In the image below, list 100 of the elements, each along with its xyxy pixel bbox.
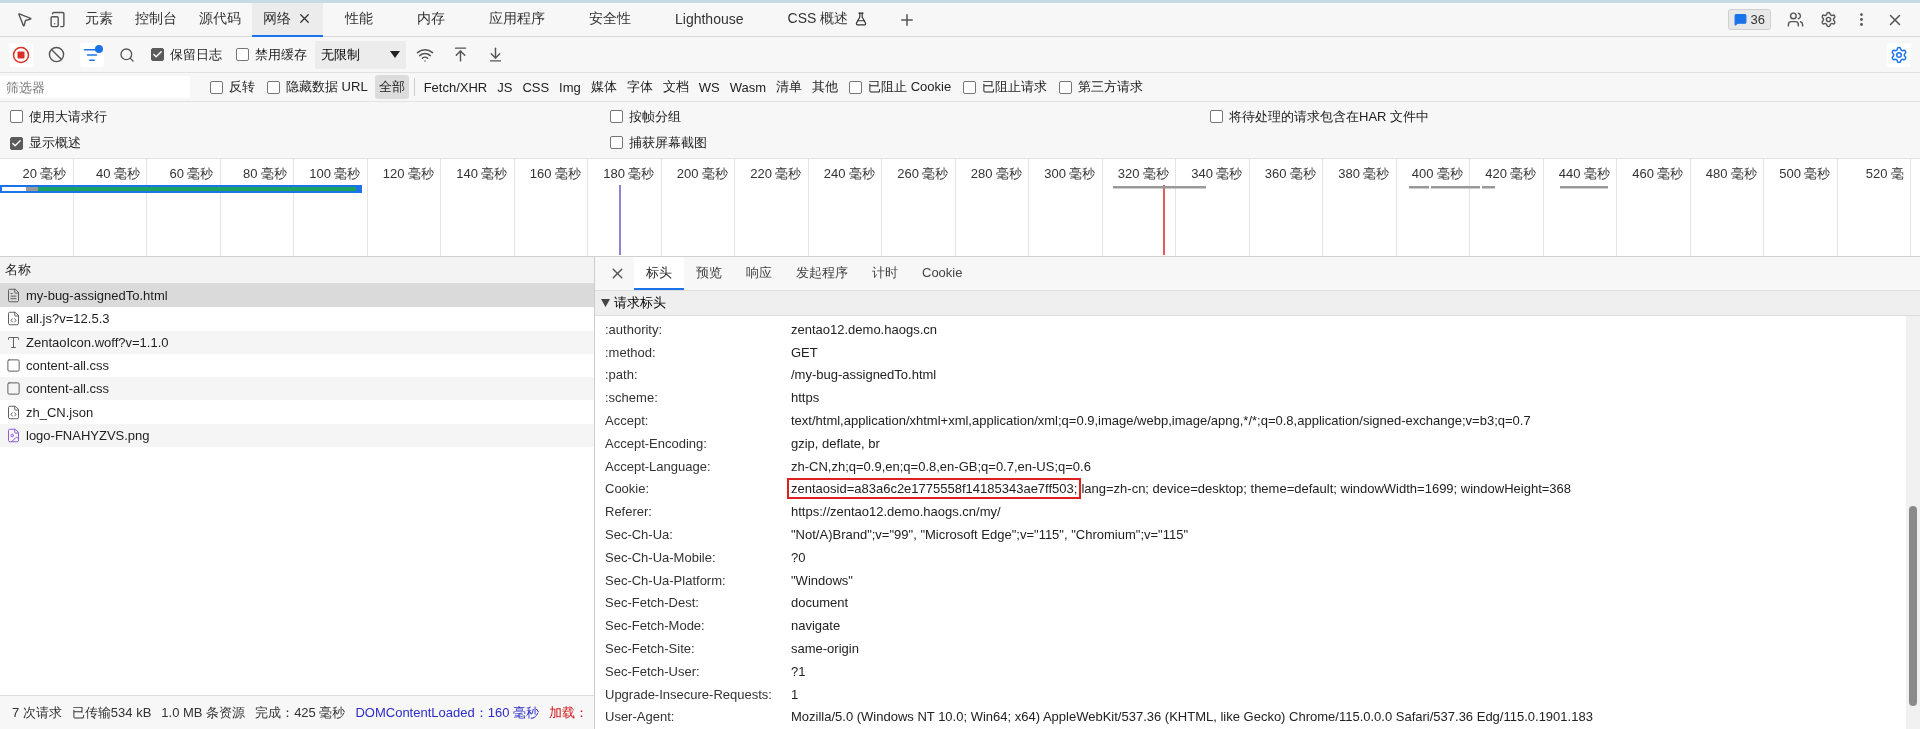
- checkbox[interactable]: 隐藏数据 URL: [267, 78, 368, 96]
- header-value: text/html,application/xhtml+xml,application/xml;q=0.9,image/webp,image/apng,*/*;q=0.8,application/signed-exchange;v=b3;q=0.7: [791, 413, 1531, 429]
- caret-icon: [390, 51, 400, 58]
- time-tick-label: 260 毫秒: [897, 165, 949, 181]
- type-filter-button[interactable]: WS: [694, 76, 724, 98]
- header-name: Sec-Fetch-Site:: [604, 641, 696, 657]
- font-file-icon: [6, 334, 21, 350]
- detail-tab[interactable]: 计时: [860, 257, 910, 290]
- panel-tab[interactable]: 安全性: [567, 2, 653, 37]
- checkbox[interactable]: 保留日志: [151, 45, 222, 64]
- checkbox[interactable]: 已阻止 Cookie: [849, 78, 952, 96]
- time-tick-label: 60 毫秒: [169, 165, 214, 181]
- header-name: Sec-Ch-Ua-Platform:: [604, 572, 727, 588]
- type-filter-button[interactable]: 其他: [808, 75, 843, 99]
- throttling-dropdown[interactable]: 无限制: [315, 40, 406, 69]
- header-name: :method:: [604, 344, 657, 360]
- request-row[interactable]: ZentaoIcon.woff?v=1.1.0: [0, 330, 594, 354]
- panel-tab[interactable]: 内存: [395, 2, 467, 37]
- status-text: 1.0 MB 条资源: [161, 703, 246, 722]
- header-value: 1: [791, 686, 799, 702]
- header-value: "Not/A)Brand";v="99", "Microsoft Edge";v="115", "Chromium";v="115": [791, 527, 1189, 543]
- checkbox[interactable]: 将待处理的请求包含在HAR 文件中: [1210, 107, 1430, 126]
- header-value: GET: [791, 344, 818, 360]
- panel-tab[interactable]: 元素: [74, 2, 124, 37]
- header-value: ?1: [791, 663, 806, 679]
- header-name: Sec-Ch-Ua-Mobile:: [604, 549, 717, 565]
- header-value: lang=zh-cn; device=desktop; theme=default; windowWidth=1699; windowHeight=368: [1081, 481, 1572, 497]
- time-tick-label: 380 毫秒: [1338, 165, 1390, 181]
- time-tick-label: 240 毫秒: [823, 165, 875, 181]
- header-value: zh-CN,zh;q=0.9,en;q=0.8,en-GB;q=0.7,en-US;q=0.6: [791, 458, 1091, 474]
- header-value: zentao12.demo.haogs.cn: [791, 321, 937, 337]
- header-name: Sec-Fetch-User:: [604, 663, 701, 679]
- time-tick-label: 80 毫秒: [242, 165, 287, 181]
- panel-tab[interactable]: 应用程序: [467, 2, 567, 37]
- blank-file-icon: [6, 358, 21, 374]
- detail-tab[interactable]: Cookie: [910, 257, 975, 290]
- column-header: 名称: [5, 261, 31, 279]
- checkbox[interactable]: 第三方请求: [1059, 78, 1144, 96]
- checkbox[interactable]: 显示概述: [10, 134, 81, 152]
- panel-tab[interactable]: 网络: [252, 2, 323, 37]
- type-filter-button[interactable]: 文档: [658, 75, 693, 99]
- code-file-icon: [6, 404, 21, 420]
- request-row[interactable]: content-all.css: [0, 377, 594, 401]
- section-header[interactable]: 请求标头: [595, 291, 1920, 316]
- header-value: https://zentao12.demo.haogs.cn/my/: [791, 504, 1001, 520]
- type-filter-button[interactable]: JS: [493, 76, 517, 98]
- request-row[interactable]: my-bug-assignedTo.html: [0, 284, 594, 308]
- record-button[interactable]: [9, 42, 33, 67]
- time-tick-label: 180 毫秒: [603, 165, 655, 181]
- filter-icon[interactable]: [80, 42, 104, 67]
- panel-tab[interactable]: Lighthouse: [653, 2, 766, 37]
- request-row[interactable]: logo-FNAHYZVS.png: [0, 423, 594, 448]
- header-name: Upgrade-Insecure-Requests:: [604, 686, 773, 702]
- type-filter-button[interactable]: 字体: [622, 75, 657, 99]
- caret-icon: [601, 299, 610, 307]
- settings-icon[interactable]: [1887, 42, 1911, 67]
- detail-tab[interactable]: 响应: [734, 257, 784, 290]
- filter-field[interactable]: 筛选器: [0, 76, 190, 98]
- header-value: gzip, deflate, br: [791, 435, 880, 451]
- type-filter-button[interactable]: CSS: [518, 76, 554, 98]
- header-value: Mozilla/5.0 (Windows NT 10.0; Win64; x64) AppleWebKit/537.36 (KHTML, like Gecko) Chrome/115.0.0.0 Safari/537.36 Edg/115.0.1901.183: [791, 709, 1593, 725]
- time-tick-label: 400 毫秒: [1411, 165, 1463, 181]
- header-name: Cookie:: [604, 481, 651, 497]
- header-name: :scheme:: [604, 390, 659, 406]
- detail-tab[interactable]: 预览: [684, 257, 734, 290]
- status-text: 加载：: [549, 703, 588, 722]
- header-value: https: [791, 390, 820, 406]
- type-filter-button[interactable]: Img: [555, 76, 585, 98]
- checkbox[interactable]: 反转: [210, 78, 255, 96]
- panel-tab[interactable]: 控制台: [124, 2, 188, 37]
- header-value: "Windows": [791, 572, 853, 588]
- close-icon[interactable]: [297, 11, 312, 26]
- status-text: 7 次请求: [12, 703, 62, 722]
- check-icon: [152, 49, 163, 60]
- checkbox[interactable]: 按帧分组: [610, 107, 681, 126]
- header-value: document: [791, 595, 849, 611]
- type-filter-button[interactable]: Wasm: [725, 76, 771, 98]
- checkbox[interactable]: 捕获屏幕截图: [610, 133, 707, 152]
- panel-tab[interactable]: CSS 概述: [765, 2, 891, 37]
- time-tick-label: 160 毫秒: [529, 165, 581, 181]
- checkbox[interactable]: 已阻止请求: [963, 78, 1048, 96]
- header-name: Referer:: [604, 504, 653, 520]
- type-filter-button[interactable]: 全部: [374, 75, 409, 99]
- time-tick-label: 320 毫秒: [1117, 165, 1169, 181]
- panel-tab[interactable]: 源代码: [188, 2, 252, 37]
- checkbox[interactable]: 禁用缓存: [236, 45, 307, 64]
- type-filter-button[interactable]: 媒体: [586, 75, 621, 99]
- time-tick-label: 140 毫秒: [456, 165, 508, 181]
- type-filter-button[interactable]: Fetch/XHR: [419, 76, 492, 98]
- detail-tab[interactable]: 标头: [634, 257, 684, 290]
- detail-tab[interactable]: 发起程序: [784, 257, 860, 290]
- time-tick-label: 20 毫秒: [22, 165, 67, 181]
- issues-badge[interactable]: 36: [1727, 9, 1771, 30]
- checkbox[interactable]: 使用大请求行: [10, 107, 107, 126]
- scrollbar-thumb[interactable]: [1909, 506, 1917, 706]
- header-name: Accept-Language:: [604, 458, 712, 474]
- time-tick-label: 420 毫秒: [1485, 165, 1537, 181]
- panel-tab[interactable]: 性能: [323, 2, 395, 37]
- type-filter-button[interactable]: 清单: [772, 75, 807, 99]
- header-name: Accept:: [604, 413, 650, 429]
